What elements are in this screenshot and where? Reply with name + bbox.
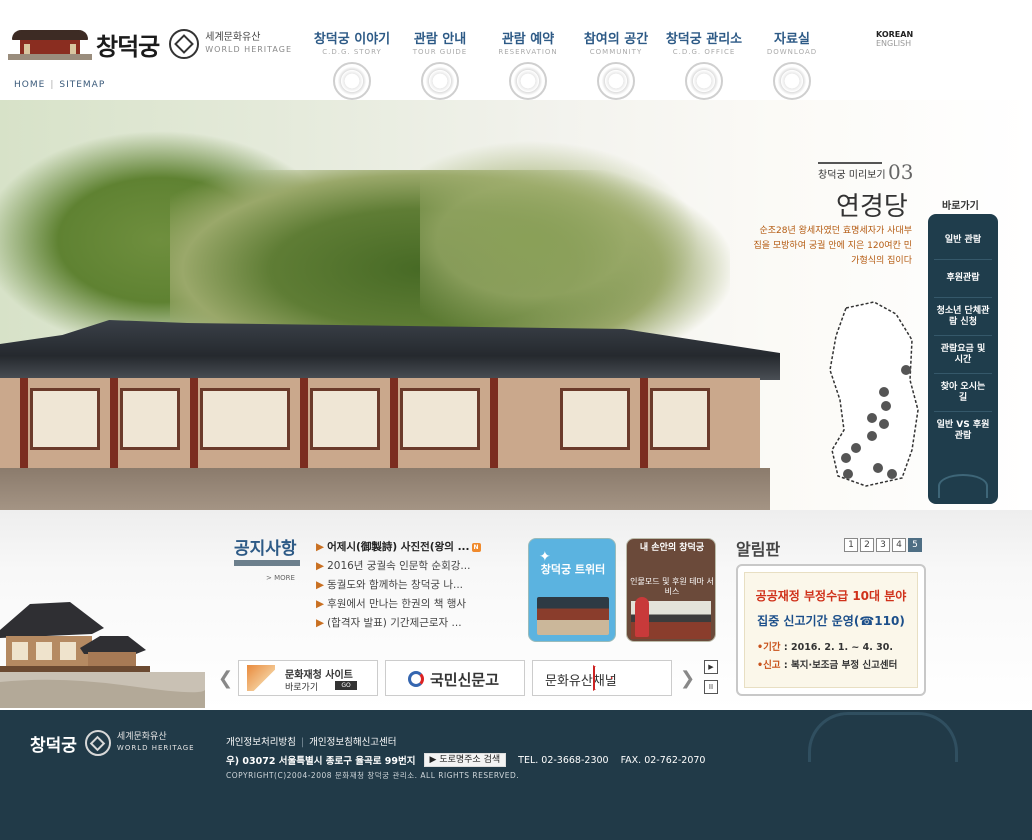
notice-item[interactable]: ▶ 2016년 궁궐속 인문학 순회강... <box>316 557 516 576</box>
privacy-report-link[interactable]: 개인정보침해신고센터 <box>309 737 396 748</box>
board-page-2[interactable]: 2 <box>860 538 874 552</box>
slide-description: 순조28년 왕세자였던 효명세자가 사대부집을 모방하여 궁궐 안에 지은 12… <box>753 226 912 266</box>
quick-general-vs-garden[interactable]: 일반 VS 후원 관람 <box>934 412 992 450</box>
hero-visual: 창덕궁 미리보기 03 연경당 순조28년 왕세자였던 효명세자가 사대부집을 … <box>0 100 1032 510</box>
lang-korean[interactable]: KOREAN <box>876 30 913 39</box>
epeople-logo-icon <box>408 671 424 687</box>
nav-tour-guide[interactable]: 관람 안내 TOUR GUIDE <box>396 28 484 100</box>
links-next-arrow-icon[interactable]: ❯ <box>680 668 695 689</box>
lang-english[interactable]: ENGLISH <box>876 39 913 48</box>
board-page-1[interactable]: 1 <box>844 538 858 552</box>
footer-links: 개인정보처리방침 | 개인정보침해신고센터 <box>226 737 397 748</box>
links-pause-button[interactable]: II <box>704 680 718 694</box>
notice-list: ▶ 어제시(御製詩) 사진전(왕의 ... N ▶ 2016년 궁궐속 인문학 순회강… <box>316 538 516 633</box>
footer-logo: 창덕궁 세계문화유산 WORLD HERITAGE <box>30 730 195 756</box>
go-badge: GO <box>335 681 357 690</box>
link-cha-site[interactable]: 문화재청 사이트 바로가기 GO <box>238 660 378 696</box>
ornament-icon <box>685 62 723 100</box>
board-page-5[interactable]: 5 <box>908 538 922 552</box>
link-heritage-channel[interactable]: 문화유산채널 <box>532 660 672 696</box>
pavilion-image <box>0 602 205 708</box>
nav-download[interactable]: 자료실 DOWNLOAD <box>748 28 836 100</box>
content-section: 공지사항 > MORE ▶ 어제시(御製詩) 사진전(왕의 ... N ▶ 2016년… <box>0 510 1032 710</box>
board-page-4[interactable]: 4 <box>892 538 906 552</box>
hanbok-figure-icon <box>635 597 649 637</box>
quick-menu-title: 바로가기 <box>942 201 979 212</box>
notice-more-link[interactable]: > MORE <box>266 574 295 582</box>
privacy-policy-link[interactable]: 개인정보처리방침 <box>226 737 296 748</box>
quick-youth-group[interactable]: 청소년 단체관람 신청 <box>934 298 992 336</box>
links-prev-arrow-icon[interactable]: ❮ <box>218 668 233 689</box>
language-switch: KOREAN ENGLISH <box>876 30 913 48</box>
header: 창덕궁 세계문화유산 WORLD HERITAGE HOME | SITEMAP 창… <box>0 0 1032 100</box>
site-logo[interactable]: 창덕궁 세계문화유산 WORLD HERITAGE <box>8 24 292 64</box>
palace-gate-image <box>537 597 609 635</box>
slide-number: 03 <box>888 160 914 184</box>
home-link[interactable]: HOME <box>14 80 45 90</box>
twitter-banner[interactable]: ✦ 창덕궁 트위터 <box>528 538 616 642</box>
slide-title: 연경당 <box>836 192 908 222</box>
copyright: COPYRIGHT(C)2004-2008 문화재청 창덕궁 관리소. ALL … <box>226 771 520 780</box>
utility-links: HOME | SITEMAP <box>14 80 106 90</box>
links-play-button[interactable]: ▶ <box>704 660 718 674</box>
world-heritage-icon <box>169 29 200 59</box>
notice-item[interactable]: ▶ 동궐도와 함께하는 창덕궁 나... <box>316 576 516 595</box>
ornament-icon <box>509 62 547 100</box>
nav-community[interactable]: 참여의 공간 COMMUNITY <box>572 28 660 100</box>
cloud-ornament-icon <box>938 474 988 498</box>
footer-address: 우) 03072 서울특별시 종로구 율곡로 99번지 ▶ 도로명주소 검색 T… <box>226 753 706 767</box>
ornament-icon <box>421 62 459 100</box>
footer-tel: TEL. 02-3668-2300 <box>518 754 609 766</box>
ornament-icon <box>597 62 635 100</box>
tree-foliage <box>420 140 700 340</box>
page: 창덕궁 세계문화유산 WORLD HERITAGE HOME | SITEMAP 창… <box>0 0 1032 840</box>
cloud-ornament-icon <box>808 712 958 762</box>
slide-label: 창덕궁 미리보기 <box>818 162 886 181</box>
notice-divider <box>234 560 300 566</box>
nav-story[interactable]: 창덕궁 이야기 C.D.G. STORY <box>308 28 396 100</box>
quick-rear-garden-tour[interactable]: 후원관람 <box>934 260 992 298</box>
main-nav: 창덕궁 이야기 C.D.G. STORY 관람 안내 TOUR GUIDE 관람… <box>308 28 836 100</box>
ornament-icon <box>773 62 811 100</box>
footer: 창덕궁 세계문화유산 WORLD HERITAGE 개인정보처리방침 | 개인정보침… <box>0 710 1032 840</box>
logo-name: 창덕궁 <box>96 32 160 61</box>
board-pager: 1 2 3 4 5 <box>842 538 922 552</box>
quick-general-tour[interactable]: 일반 관람 <box>934 222 992 260</box>
quick-directions[interactable]: 찾아 오시는 길 <box>934 374 992 412</box>
cha-logo-icon <box>247 665 275 691</box>
world-heritage-text: 세계문화유산 WORLD HERITAGE <box>205 32 293 54</box>
palace-map-icon <box>829 301 919 487</box>
palace-logo-icon <box>8 24 92 64</box>
notice-title: 공지사항 <box>234 539 297 559</box>
new-badge: N <box>471 542 481 552</box>
link-epeople[interactable]: 국민신문고 <box>385 660 525 696</box>
hanok-building-image <box>0 320 780 510</box>
ornament-icon <box>333 62 371 100</box>
notice-item[interactable]: ▶ 후원에서 만나는 한권의 책 행사 <box>316 595 516 614</box>
quick-fee-hours[interactable]: 관람요금 및 시간 <box>934 336 992 374</box>
board-notice-card[interactable]: 공공재정 부정수급 10대 분야 집중 신고기간 운영(☎110) •기간 : … <box>736 564 926 696</box>
notice-item[interactable]: ▶ 어제시(御製詩) 사진전(왕의 ... N <box>316 538 516 557</box>
board-title: 알림판 <box>736 540 781 559</box>
world-heritage-icon <box>84 730 111 756</box>
road-address-search-button[interactable]: ▶ 도로명주소 검색 <box>423 753 507 767</box>
nav-office[interactable]: 창덕궁 관리소 C.D.G. OFFICE <box>660 28 748 100</box>
notice-item[interactable]: ▶ (합격자 발표) 기간제근로자 ... <box>316 614 516 633</box>
board-page-3[interactable]: 3 <box>876 538 890 552</box>
nav-reservation[interactable]: 관람 예약 RESERVATION <box>484 28 572 100</box>
mobile-guide-banner[interactable]: 내 손안의 창덕궁 인물모드 및 후원 테마 서비스 <box>626 538 716 642</box>
sitemap-link[interactable]: SITEMAP <box>59 80 105 90</box>
footer-fax: FAX. 02-762-2070 <box>620 754 706 766</box>
quick-menu: 일반 관람 후원관람 청소년 단체관람 신청 관람요금 및 시간 찾아 오시는 … <box>928 214 998 504</box>
